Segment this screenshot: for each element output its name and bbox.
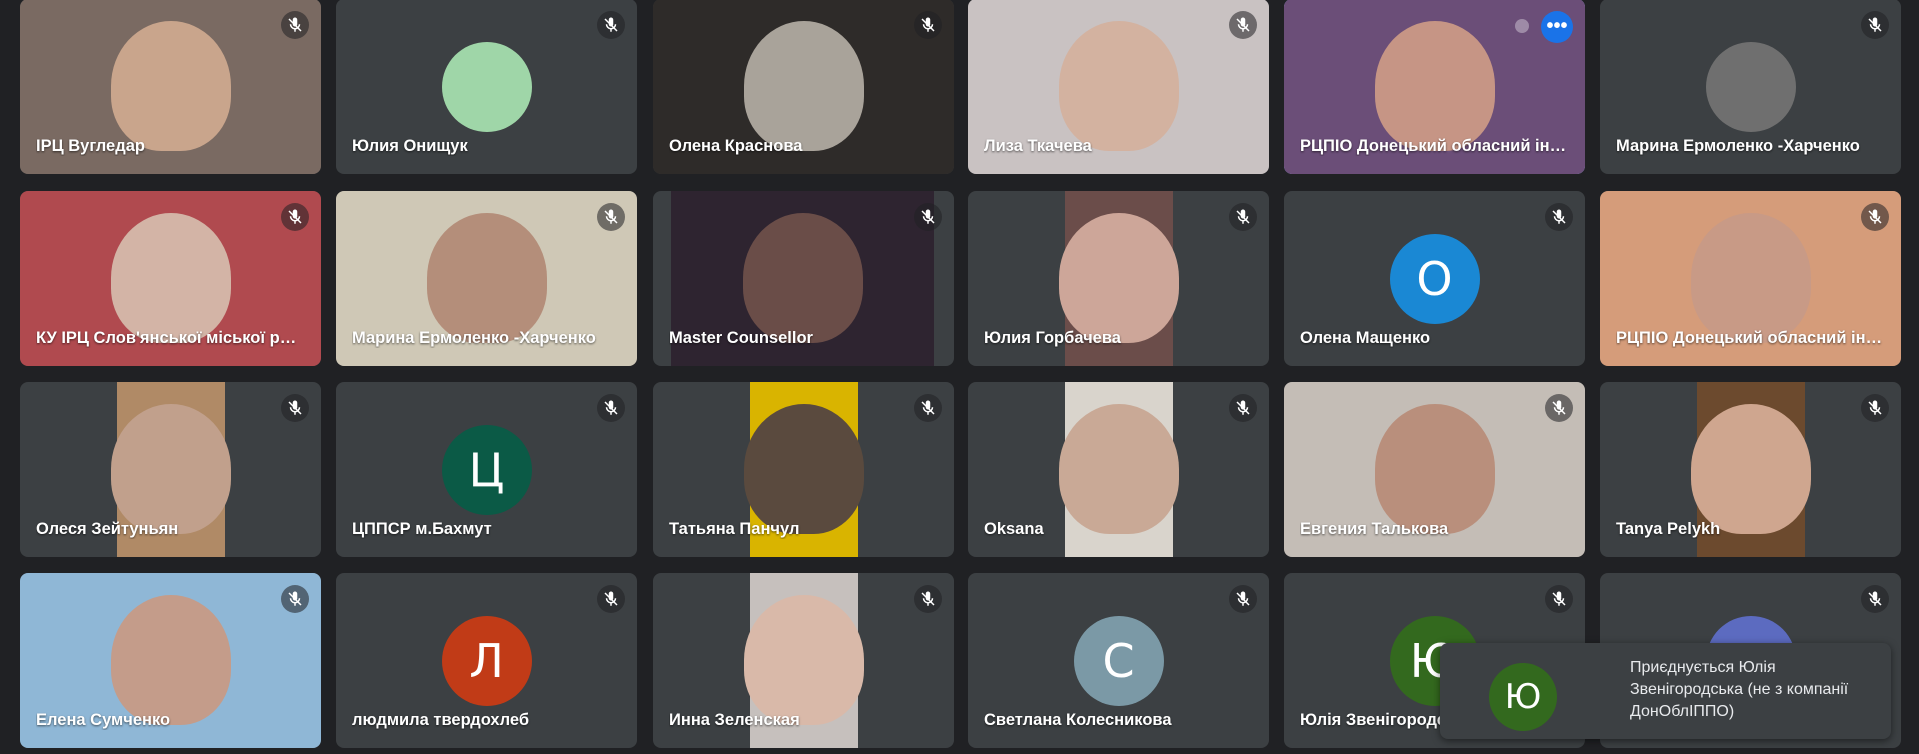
participant-avatar [441,41,532,132]
mic-off-icon [1545,394,1573,422]
participant-name: Tanya Pelykh [1616,520,1721,538]
participant-tile[interactable]: Татьяна Панчул [653,382,954,557]
participant-tile[interactable]: Инна Зеленская [653,573,954,748]
mic-off-icon [281,585,309,613]
participant-tile[interactable]: Марина Ермоленко -Харченко [336,191,637,366]
participant-tile[interactable]: Елена Сумченко [20,573,321,748]
participant-name: Марина Ермоленко -Харченко [352,329,596,347]
mic-off-icon [1545,585,1573,613]
more-options-icon[interactable]: ••• [1541,11,1573,43]
participant-tile[interactable]: Олена Краснова [653,0,954,174]
participant-tile[interactable]: С Светлана Колесникова [968,573,1269,748]
participant-tile[interactable]: Олеся Зейтуньян [20,382,321,557]
mic-off-icon [1861,11,1889,39]
mic-off-icon [1229,585,1257,613]
mic-off-icon [1229,203,1257,231]
participant-name: Олеся Зейтуньян [36,520,179,538]
participant-name: ЦППСР м.Бахмут [352,520,492,538]
participant-face [1690,212,1811,343]
participant-tile[interactable]: РЦПІО Донецький обласний інститут [1600,191,1901,366]
participant-name: людмила твердохлеб [352,711,530,729]
mic-off-icon [1861,585,1889,613]
participant-tile[interactable]: Ллюдмила твердохлеб [336,573,637,748]
participant-tile[interactable]: Master Counsellor [653,191,954,366]
participant-face [110,594,231,725]
mic-off-icon [1861,203,1889,231]
mic-off-icon [281,203,309,231]
participant-tile[interactable]: Лиза Ткачева [968,0,1269,174]
participant-name: Лиза Ткачева [984,137,1092,155]
participant-name: Oksana [984,520,1044,538]
participant-name: Евгения Талькова [1300,520,1449,538]
participant-tile[interactable]: ••• РЦПІО Донецький обласний інститут [1284,0,1585,174]
participant-name: Светлана Колесникова [984,711,1172,729]
participant-tile[interactable]: Tanya Pelykh [1600,382,1901,557]
mic-off-icon [914,585,942,613]
participant-tile[interactable]: О Олена Мащенко [1284,191,1585,366]
participant-face [1059,403,1179,534]
participant-name: Елена Сумченко [36,711,171,729]
mic-off-icon [597,394,625,422]
participant-face [1691,403,1811,534]
mic-off-icon [1229,394,1257,422]
mic-off-icon [1545,203,1573,231]
participant-name: Master Counsellor [669,329,813,347]
join-notification: Ю Приєднується Юлія Звенігородська (не з… [1440,643,1891,739]
participant-name: РЦПІО Донецький обласний інститут [1300,137,1569,155]
participant-face [111,403,231,534]
mic-off-icon [281,11,309,39]
mic-off-icon [597,585,625,613]
participant-name: Олена Краснова [669,137,803,155]
participant-name: Олена Мащенко [1300,329,1431,347]
participant-tile[interactable]: КУ ІРЦ Слов'янської міської ради [20,191,321,366]
mic-off-icon [914,394,942,422]
participant-grid: ІРЦ Вугледар Юлия Онищук Олена Краснова Лиз… [0,0,1919,754]
participant-face [742,212,863,343]
participant-name: Татьяна Панчул [669,520,800,538]
toast-avatar: Ю [1489,663,1557,731]
participant-avatar [1705,41,1796,132]
participant-avatar: С [1073,615,1164,706]
participant-face [744,403,864,534]
participant-avatar: Л [441,615,532,706]
participant-face [110,212,231,343]
participant-tile[interactable]: Юлия Горбачева [968,191,1269,366]
participant-name: Инна Зеленская [669,711,800,729]
mic-off-icon [597,203,625,231]
participant-avatar: О [1389,233,1480,324]
participant-tile[interactable]: Марина Ермоленко -Харченко [1600,0,1901,174]
participant-name: РЦПІО Донецький обласний інститут [1616,329,1885,347]
participant-name: ІРЦ Вугледар [36,137,145,155]
participant-name: Юлия Горбачева [984,329,1121,347]
participant-face [1374,403,1495,534]
participant-face [426,212,547,343]
toast-message: Приєднується Юлія Звенігородська (не з к… [1630,659,1849,720]
participant-name: КУ ІРЦ Слов'янської міської ради [36,329,305,347]
participant-face [110,20,231,151]
mic-off-icon [1861,394,1889,422]
participant-face [1374,20,1495,151]
participant-tile[interactable]: ІРЦ Вугледар [20,0,321,174]
participant-tile[interactable]: Юлия Онищук [336,0,637,174]
participant-avatar: Ц [441,424,532,515]
participant-name: Юлия Онищук [352,137,468,155]
participant-tile[interactable]: Евгения Талькова [1284,382,1585,557]
mic-off-icon [1229,11,1257,39]
participant-face [1059,212,1179,343]
mic-off-icon [281,394,309,422]
participant-face [744,594,864,725]
speaking-indicator-icon [1515,19,1529,33]
participant-face [1058,20,1179,151]
participant-tile[interactable]: Ц ЦППСР м.Бахмут [336,382,637,557]
participant-tile[interactable]: Oksana [968,382,1269,557]
mic-off-icon [914,11,942,39]
mic-off-icon [914,203,942,231]
mic-off-icon [597,11,625,39]
participant-face [743,20,864,151]
participant-name: Марина Ермоленко -Харченко [1616,137,1860,155]
